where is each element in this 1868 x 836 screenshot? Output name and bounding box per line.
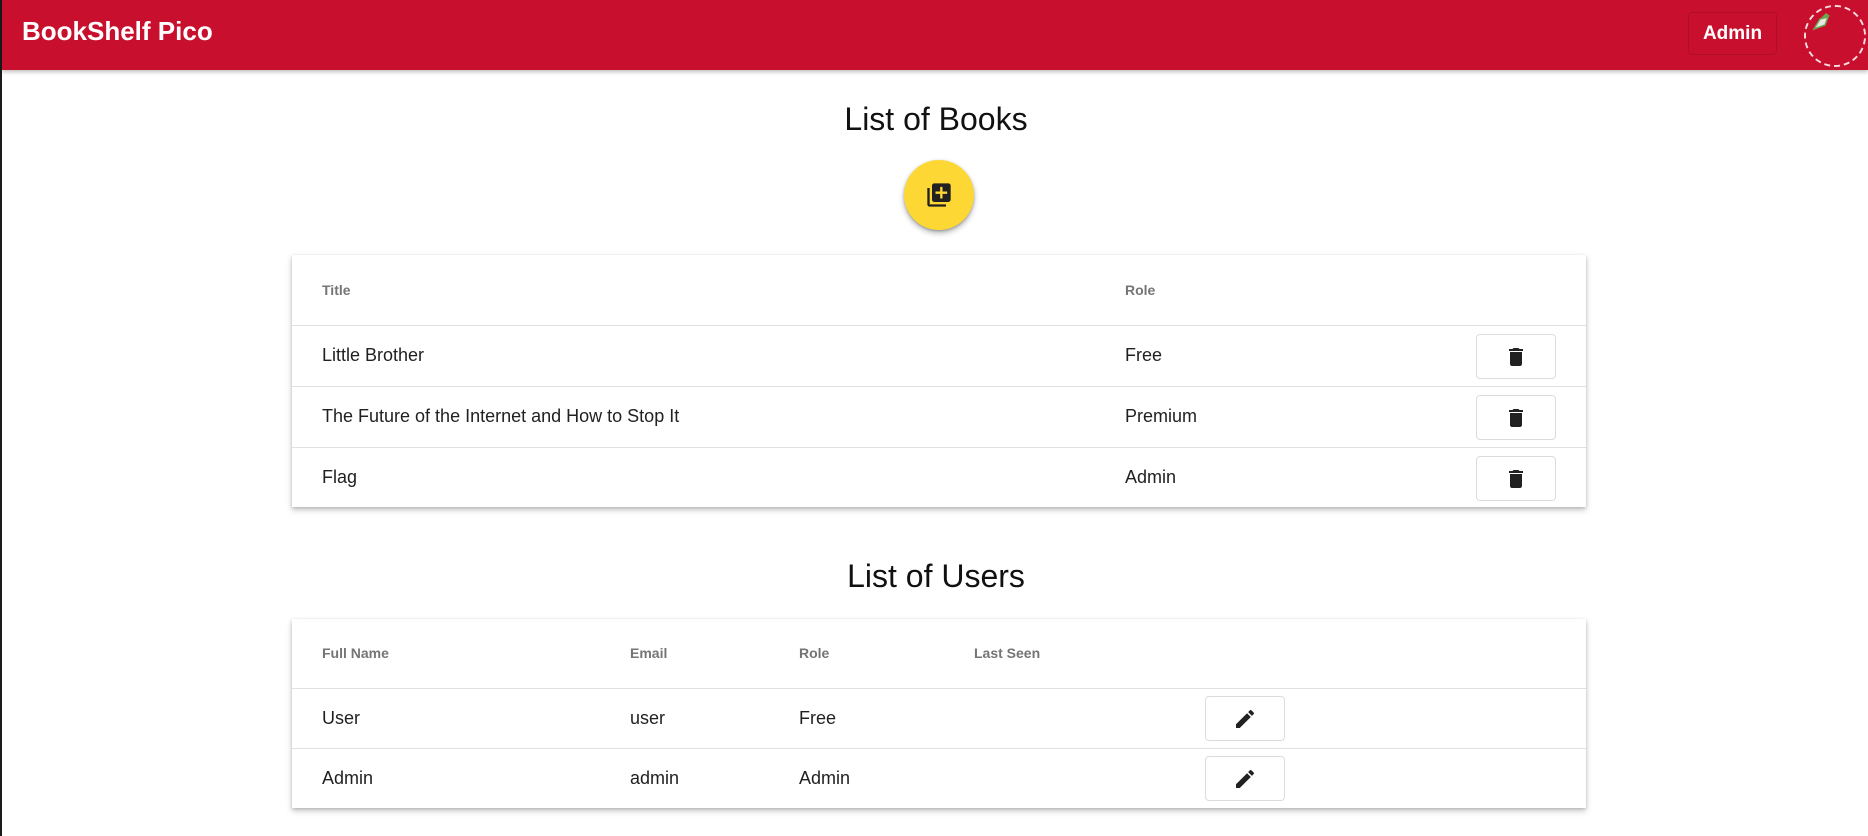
user-role: Admin	[799, 768, 851, 788]
book-role: Admin	[1125, 467, 1177, 487]
trash-icon	[1509, 469, 1523, 488]
edit-user-button[interactable]	[1205, 696, 1285, 741]
table-row: Flag Admin	[292, 447, 1586, 507]
app-bar: BookShelf Pico Admin	[2, 0, 1868, 70]
pencil-icon	[1236, 709, 1255, 728]
add-book-button[interactable]	[904, 160, 974, 230]
pencil-icon	[1236, 769, 1255, 788]
delete-book-button[interactable]	[1476, 456, 1556, 501]
book-title: The Future of the Internet and How to St…	[322, 406, 680, 426]
table-row: Admin admin Admin	[292, 748, 1586, 808]
table-row: The Future of the Internet and How to St…	[292, 386, 1586, 447]
avatar[interactable]	[1804, 5, 1866, 67]
page: BookShelf Pico Admin List of Books Title…	[0, 0, 1868, 836]
users-table-header: Full Name Email Role Last Seen	[292, 619, 1586, 688]
user-full-name: Admin	[322, 768, 374, 788]
book-title: Little Brother	[322, 345, 425, 365]
column-header-last-seen[interactable]: Last Seen	[974, 645, 1040, 661]
library-add-icon	[927, 183, 951, 207]
column-header-full-name[interactable]: Full Name	[322, 645, 389, 661]
book-role: Premium	[1125, 406, 1198, 426]
admin-menu-button[interactable]: Admin	[1688, 12, 1777, 55]
user-email: user	[630, 708, 666, 728]
book-title: Flag	[322, 467, 358, 487]
books-table: Title Role Little Brother Free The Futur…	[292, 255, 1586, 507]
edit-user-button[interactable]	[1205, 756, 1285, 801]
user-role: Free	[799, 708, 837, 728]
user-email: admin	[630, 768, 680, 788]
books-heading: List of Books	[844, 101, 1028, 137]
users-heading: List of Users	[847, 558, 1025, 594]
book-role: Free	[1125, 345, 1163, 365]
delete-book-button[interactable]	[1476, 334, 1556, 379]
column-header-role[interactable]: Role	[799, 645, 829, 661]
books-table-header: Title Role	[292, 255, 1586, 325]
trash-icon	[1509, 347, 1523, 366]
users-table: Full Name Email Role Last Seen User user…	[292, 619, 1586, 808]
column-header-title[interactable]: Title	[322, 282, 351, 298]
table-row: Little Brother Free	[292, 325, 1586, 386]
trash-icon	[1509, 408, 1523, 427]
delete-book-button[interactable]	[1476, 395, 1556, 440]
table-row: User user Free	[292, 688, 1586, 748]
user-full-name: User	[322, 708, 361, 728]
column-header-role[interactable]: Role	[1125, 282, 1155, 298]
broken-image-icon	[1806, 7, 1864, 65]
column-header-email[interactable]: Email	[630, 645, 667, 661]
app-brand[interactable]: BookShelf Pico	[22, 16, 213, 47]
